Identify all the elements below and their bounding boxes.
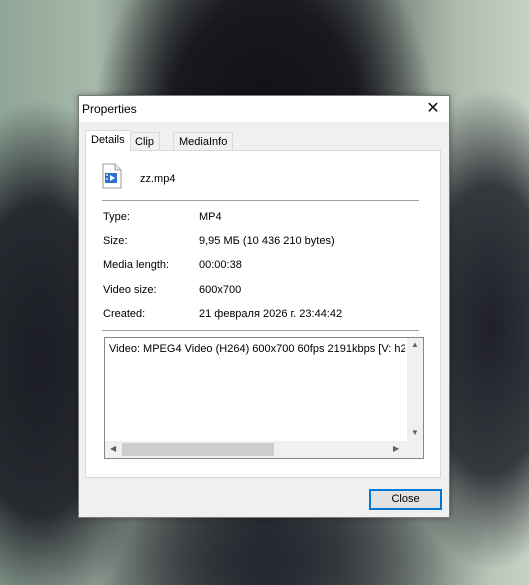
created-label: Created: — [103, 308, 146, 320]
tab-details[interactable]: Details — [85, 130, 131, 151]
title-bar[interactable]: Properties ✕ — [79, 96, 449, 122]
dialog-title: Properties — [82, 102, 137, 116]
scroll-up-icon[interactable]: ▲ — [411, 340, 419, 349]
properties-dialog: Properties ✕ Details Clip MediaInfo zz.m… — [78, 95, 450, 518]
media-info-text: Video: MPEG4 Video (H264) 600x700 60fps … — [109, 343, 405, 355]
size-value: 9,95 МБ (10 436 210 bytes) — [199, 235, 335, 247]
vertical-scrollbar[interactable]: ▲ ▼ — [407, 338, 423, 442]
scroll-down-icon[interactable]: ▼ — [411, 428, 419, 437]
video-size-label: Video size: — [103, 284, 157, 296]
details-panel: zz.mp4 Type: MP4 Size: 9,95 МБ (10 436 2… — [85, 150, 441, 478]
file-name: zz.mp4 — [140, 173, 176, 185]
type-label: Type: — [103, 211, 130, 223]
size-label: Size: — [103, 235, 128, 247]
horizontal-scrollbar[interactable]: ◀ ▶ — [105, 441, 407, 458]
close-icon[interactable]: ✕ — [417, 96, 449, 122]
media-info-textbox[interactable]: Video: MPEG4 Video (H264) 600x700 60fps … — [104, 337, 424, 459]
video-size-value: 600x700 — [199, 284, 242, 296]
tab-clip[interactable]: Clip — [129, 132, 160, 150]
type-value: MP4 — [199, 211, 222, 223]
divider — [102, 200, 419, 201]
created-value: 21 февраля 2026 г. 23:44:42 — [199, 308, 343, 320]
scroll-left-icon[interactable]: ◀ — [110, 444, 116, 453]
close-button[interactable]: Close — [369, 489, 442, 510]
horizontal-scroll-thumb[interactable] — [122, 443, 274, 456]
video-file-icon — [102, 163, 122, 189]
divider — [102, 330, 419, 331]
tab-mediainfo[interactable]: MediaInfo — [173, 132, 234, 150]
media-length-value: 00:00:38 — [199, 259, 242, 271]
scroll-right-icon[interactable]: ▶ — [393, 444, 399, 453]
media-length-label: Media length: — [103, 259, 170, 271]
scrollbar-corner — [407, 441, 423, 458]
